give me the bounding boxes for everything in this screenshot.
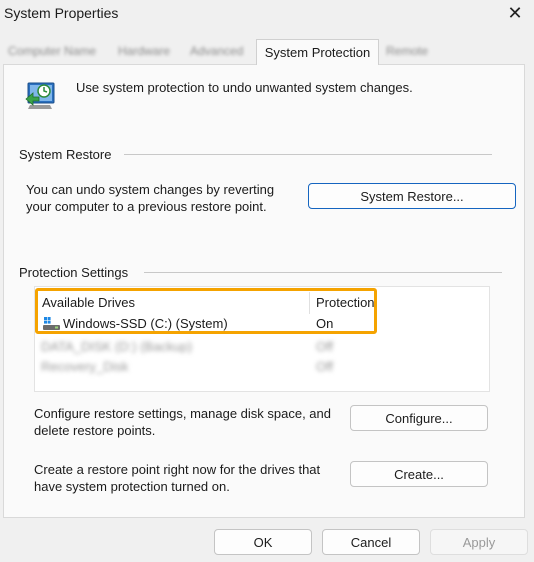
system-restore-button[interactable]: System Restore... <box>308 183 516 209</box>
tab-remote[interactable]: Remote <box>386 44 428 58</box>
cancel-button[interactable]: Cancel <box>322 529 420 555</box>
tab-panel: Use system protection to undo unwanted s… <box>3 64 525 518</box>
tab-advanced[interactable]: Advanced <box>190 44 243 58</box>
column-header-protection[interactable]: Protection <box>316 295 375 310</box>
column-header-drives[interactable]: Available Drives <box>42 295 135 310</box>
title-bar: System Properties ✕ <box>0 0 534 30</box>
protection-settings-heading: Protection Settings <box>19 265 137 280</box>
system-restore-divider <box>124 154 492 155</box>
blurred-drive-name: Recovery_Disk <box>41 359 129 374</box>
configure-button[interactable]: Configure... <box>350 405 488 431</box>
window-title: System Properties <box>4 5 119 21</box>
ok-button[interactable]: OK <box>214 529 312 555</box>
intro-text: Use system protection to undo unwanted s… <box>76 80 413 95</box>
blurred-drive-name: DATA_DISK (D:) (Backup) <box>41 339 193 354</box>
drive-name: Windows-SSD (C:) (System) <box>63 316 228 331</box>
drives-list[interactable]: Available Drives Protection Windows-SSD … <box>34 286 490 392</box>
blurred-drive-row[interactable]: Recovery_Disk Off <box>41 359 333 377</box>
apply-button[interactable]: Apply <box>430 529 528 555</box>
blurred-drive-row[interactable]: DATA_DISK (D:) (Backup) Off <box>41 339 333 357</box>
blurred-drive-status: Off <box>316 359 334 374</box>
column-separator[interactable] <box>309 292 310 314</box>
system-restore-description: You can undo system changes by reverting… <box>26 182 275 214</box>
tab-strip: Computer Name Hardware Advanced System P… <box>0 38 534 65</box>
create-button[interactable]: Create... <box>350 461 488 487</box>
windows-drive-icon <box>43 317 60 330</box>
tab-hardware[interactable]: Hardware <box>118 44 170 58</box>
computer-restore-icon <box>25 82 55 109</box>
drive-protection-status: On <box>316 316 334 331</box>
close-icon[interactable]: ✕ <box>504 2 526 24</box>
blurred-drive-status: Off <box>316 339 334 354</box>
drive-row[interactable]: Windows-SSD (C:) (System) On <box>41 315 481 335</box>
protection-settings-divider <box>144 272 502 273</box>
tab-system-protection[interactable]: System Protection <box>256 39 379 65</box>
tab-computer-name[interactable]: Computer Name <box>8 44 96 58</box>
create-description: Create a restore point right now for the… <box>34 462 321 494</box>
system-restore-heading: System Restore <box>19 147 120 162</box>
configure-description: Configure restore settings, manage disk … <box>34 406 332 438</box>
